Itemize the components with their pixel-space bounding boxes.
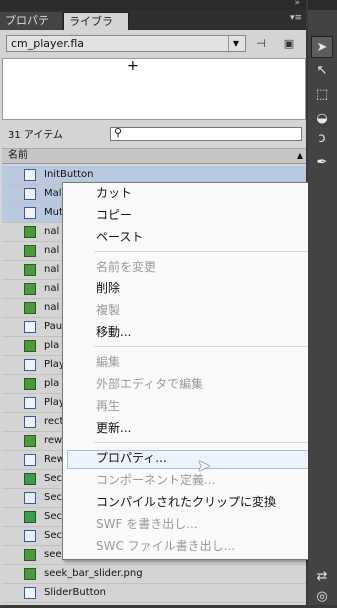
- list-item-name: Sec: [44, 473, 62, 484]
- panel-top-strip: »: [0, 0, 306, 10]
- menu-item[interactable]: コンパイルされたクリップに変換: [96, 494, 276, 510]
- list-item-name: pla: [44, 340, 60, 351]
- preview-area: +: [2, 58, 306, 120]
- tools-top-strip: [308, 0, 337, 10]
- movieclip-symbol-icon: [24, 492, 36, 504]
- menu-item[interactable]: 削除: [96, 280, 120, 296]
- list-item-name: rew: [44, 435, 63, 446]
- button-symbol-icon: [24, 397, 36, 409]
- 3d-rotation-tool-icon[interactable]: ◒: [311, 108, 333, 130]
- menu-item: 外部エディタで編集: [96, 377, 204, 391]
- bitmap-symbol-icon: [24, 568, 36, 580]
- menu-item: 編集: [96, 355, 121, 369]
- swap-colors-icon[interactable]: ⇄: [311, 566, 333, 588]
- button-symbol-icon: [24, 359, 36, 371]
- bitmap-symbol-icon: [24, 302, 36, 314]
- search-icon: ⚲: [114, 126, 123, 139]
- tools-panel: ➤ ↖ ⬚ ◒ ↄ ✒ ⇄ ◎: [308, 0, 337, 605]
- column-header-label: 名前: [8, 150, 28, 161]
- new-library-panel-icon[interactable]: ▣: [282, 37, 296, 50]
- list-item-name: nal: [44, 283, 60, 294]
- subselection-tool-icon[interactable]: ↖: [311, 60, 333, 82]
- button-symbol-icon: [24, 321, 36, 333]
- menu-item[interactable]: ペースト: [96, 229, 143, 245]
- list-item-name: Sec: [44, 511, 62, 522]
- bitmap-symbol-icon: [24, 549, 36, 561]
- collapse-icon[interactable]: »: [294, 0, 300, 8]
- list-item-name: nal: [44, 245, 60, 256]
- green-symbol-icon: [24, 473, 36, 485]
- bitmap-symbol-icon: [24, 226, 36, 238]
- list-item-name: SliderButton: [44, 587, 107, 598]
- button-symbol-icon: [24, 169, 36, 181]
- button-symbol-icon: [24, 188, 36, 200]
- menu-item: 名前を変更: [96, 260, 157, 274]
- bitmap-symbol-icon: [24, 245, 36, 257]
- lasso-tool-icon[interactable]: ↄ: [311, 128, 333, 150]
- list-item[interactable]: SliderButton: [2, 584, 306, 603]
- list-item-name: Mut: [44, 207, 63, 218]
- list-item-name: seek_bar_slider.png: [44, 568, 143, 579]
- menu-item: 複製: [96, 303, 121, 317]
- context-menu: カットコピーペースト名前を変更削除複製移動... 編集外部エディタで編集 再生更新.…: [62, 182, 332, 560]
- pin-icon[interactable]: ⊣: [254, 37, 268, 50]
- list-item-name: InitButton: [44, 169, 94, 180]
- menu-item[interactable]: カット: [96, 185, 132, 201]
- free-transform-tool-icon[interactable]: ⬚: [311, 84, 333, 106]
- list-item-name: Mal: [44, 188, 62, 199]
- menu-separator: [94, 346, 327, 347]
- list-item-name: nal: [44, 302, 60, 313]
- search-input[interactable]: ⚲: [110, 126, 302, 141]
- menu-item[interactable]: 更新...: [96, 420, 131, 436]
- movieclip-symbol-icon: [24, 530, 36, 542]
- chevron-down-icon[interactable]: ▼: [228, 36, 243, 51]
- document-selector[interactable]: cm_player.fla ▼: [6, 35, 246, 52]
- list-item-name: Pau: [44, 321, 63, 332]
- tab-library[interactable]: ライブラリ: [63, 12, 129, 46]
- bitmap-symbol-icon: [24, 378, 36, 390]
- list-item-name: Sec: [44, 492, 62, 503]
- list-item-name: pla: [44, 378, 60, 389]
- item-count: 31 アイテム: [8, 130, 63, 141]
- menu-item[interactable]: プロパティ...: [96, 450, 167, 466]
- list-item-name: nal: [44, 264, 60, 275]
- list-item-name: Sec: [44, 530, 62, 541]
- selection-tool-icon[interactable]: ➤: [311, 36, 333, 58]
- menu-item[interactable]: コピー: [96, 207, 132, 223]
- menu-item: SWF を書き出し...: [96, 517, 198, 531]
- button-symbol-icon: [24, 587, 36, 599]
- mouse-cursor-icon: ➤: [197, 456, 211, 475]
- green-symbol-icon: [24, 511, 36, 523]
- panel-menu-icon[interactable]: ▾≡: [290, 13, 302, 23]
- button-symbol-icon: [24, 454, 36, 466]
- tab-properties[interactable]: プロパティ: [0, 12, 62, 45]
- menu-item[interactable]: 移動...: [96, 324, 131, 340]
- list-item-name: nal: [44, 226, 60, 237]
- bitmap-symbol-icon: [24, 283, 36, 295]
- sort-arrow-icon[interactable]: ▲: [297, 149, 303, 163]
- registration-point: +: [127, 58, 139, 74]
- bitmap-symbol-icon: [24, 264, 36, 276]
- pen-tool-icon[interactable]: ✒: [311, 152, 333, 174]
- column-header-name[interactable]: 名前 ▲: [2, 148, 306, 164]
- list-item[interactable]: seek_bar_slider.png: [2, 565, 306, 584]
- document-name: cm_player.fla: [11, 37, 84, 50]
- menu-separator: [94, 442, 327, 443]
- button-symbol-icon: [24, 416, 36, 428]
- menu-item: 再生: [96, 399, 121, 413]
- list-item-name: rect: [44, 416, 64, 427]
- menu-item: SWC ファイル書き出し...: [96, 539, 236, 553]
- button-symbol-icon: [24, 207, 36, 219]
- bitmap-symbol-icon: [24, 435, 36, 447]
- menu-separator: [94, 251, 327, 252]
- tab-bar: プロパティ ライブラリ ▾≡: [0, 10, 306, 46]
- bitmap-symbol-icon: [24, 340, 36, 352]
